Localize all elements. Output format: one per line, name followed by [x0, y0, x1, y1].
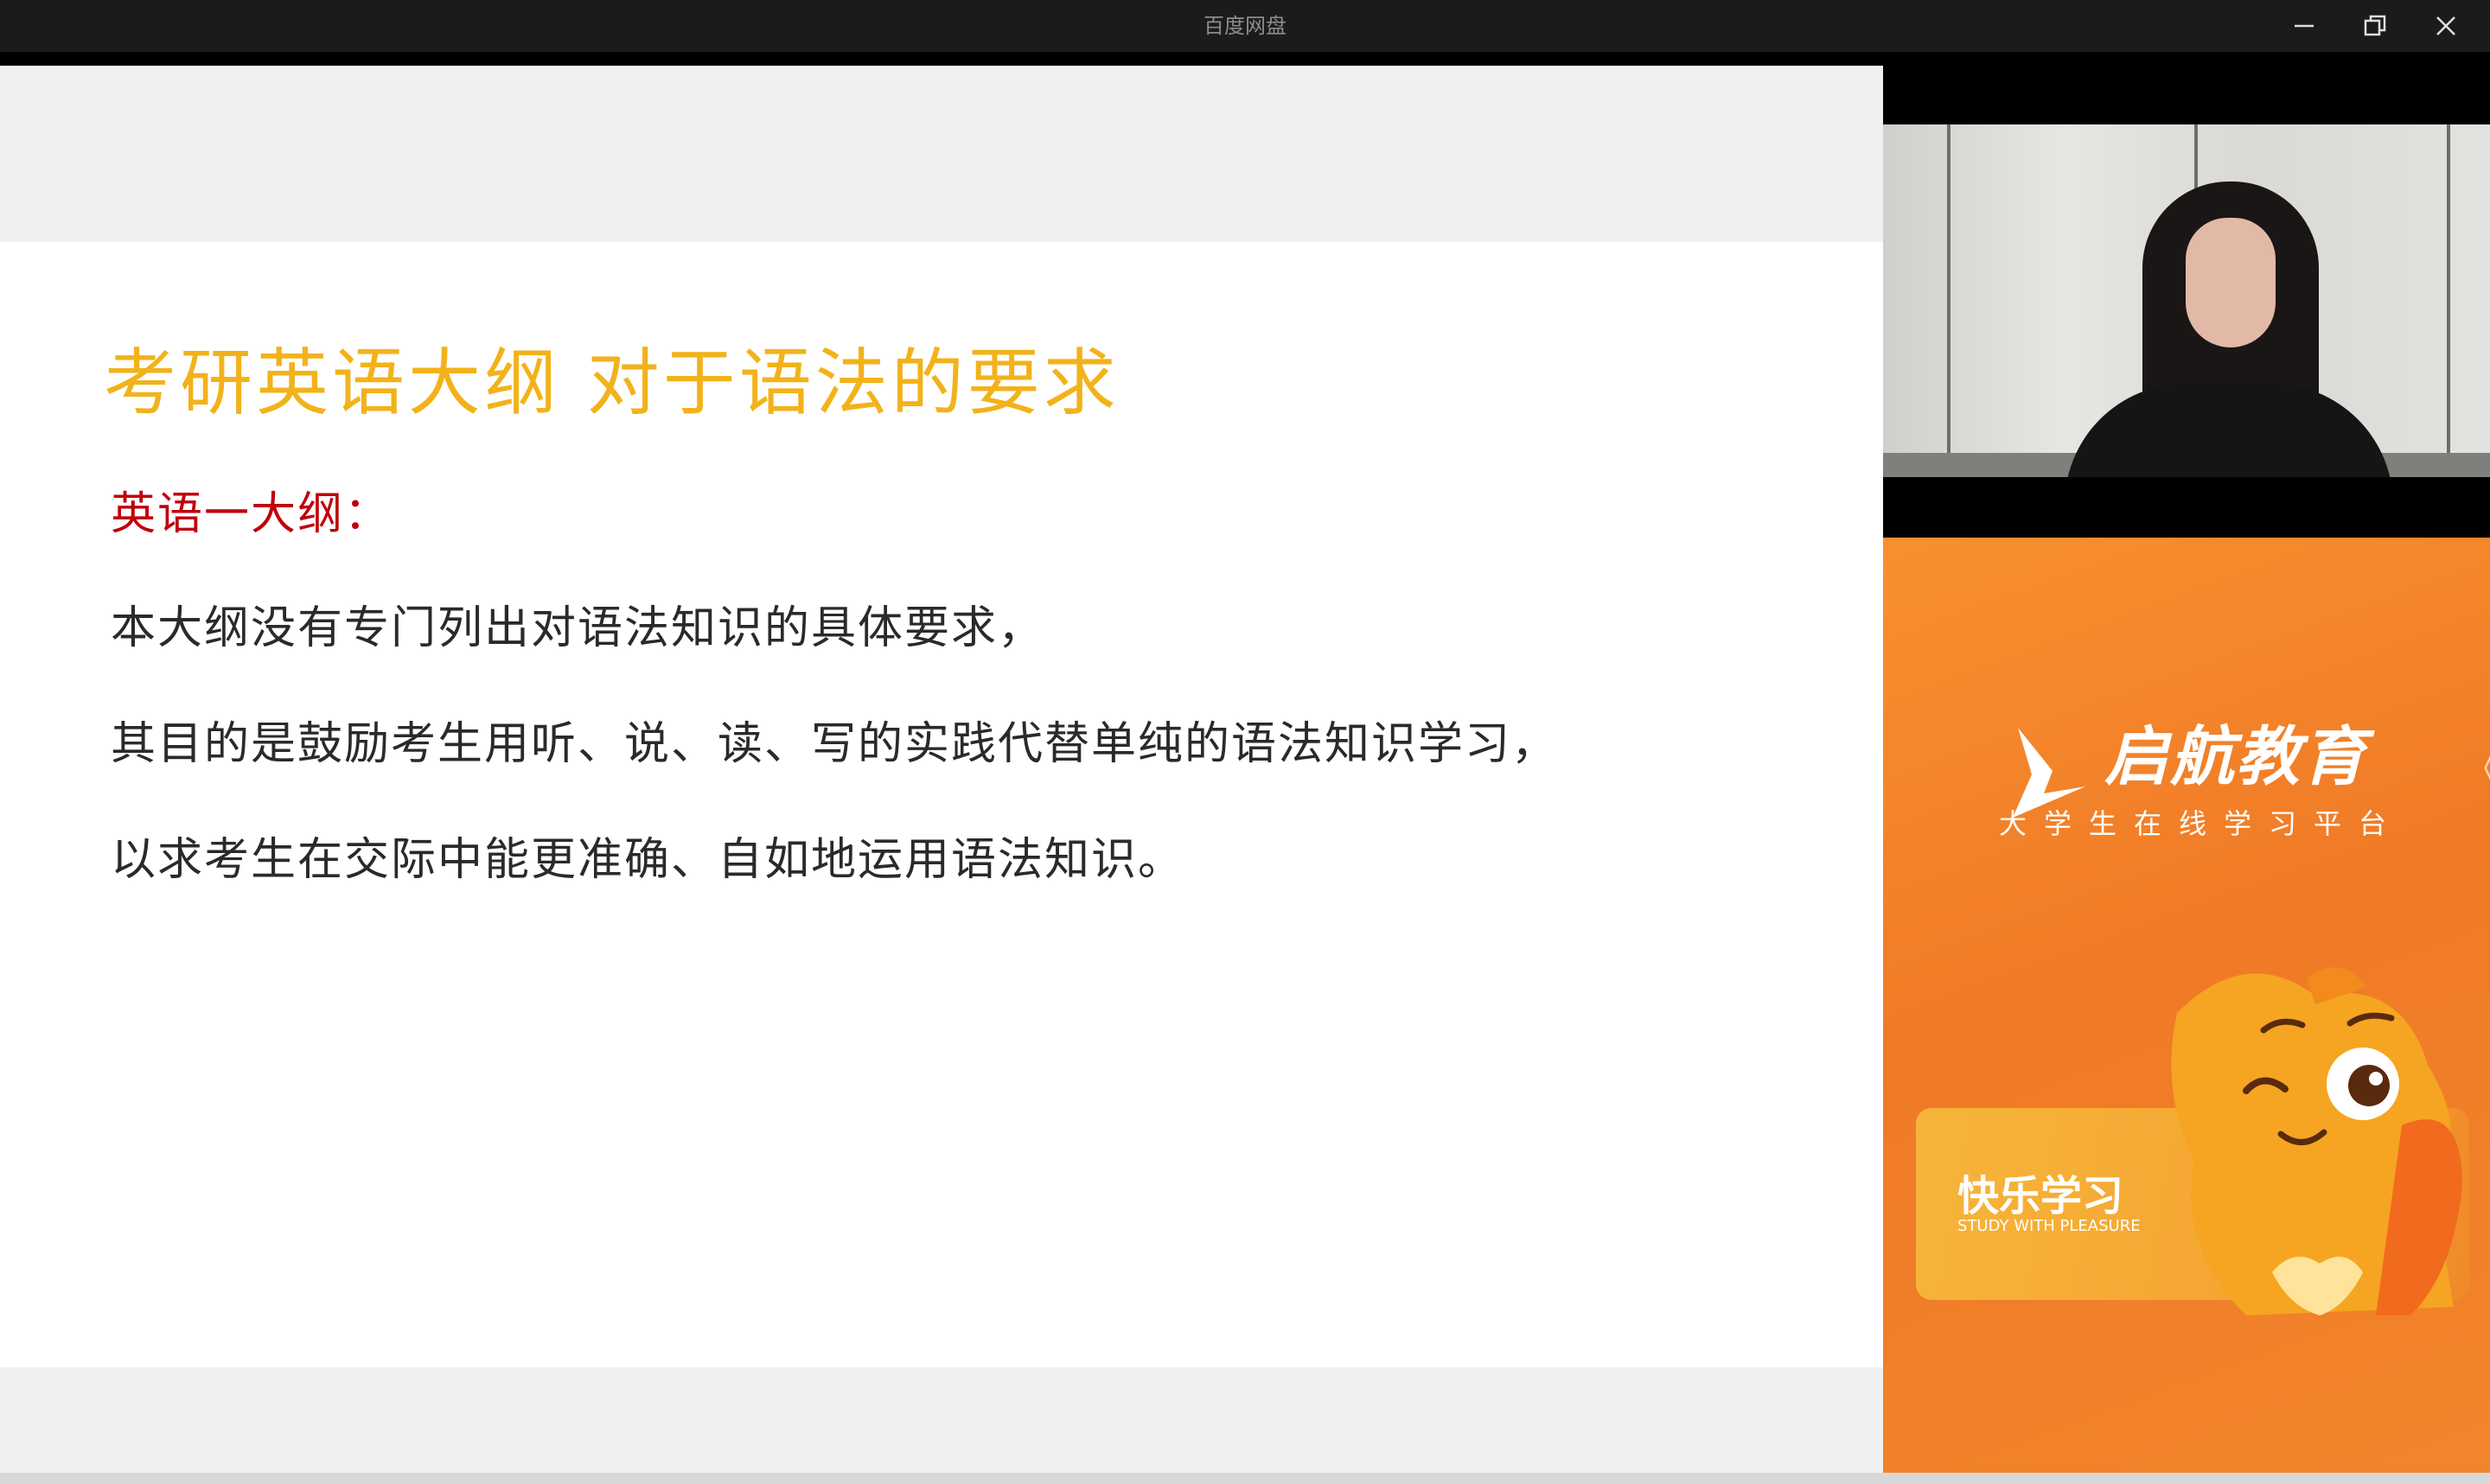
brand-panel: 启航教育 大学生在线学习平台 《 快乐学习 STUDY WITH PLEASUR… [1883, 538, 2490, 1473]
brand-name: 启航教育 [2104, 720, 2367, 794]
slide-page: 考研英语大纲 对于语法的要求 英语一大纲： 本大纲没有专门列出对语法知识的具体要… [0, 242, 1883, 1367]
wall-panel-line [2447, 124, 2450, 477]
slide-text-line: 以求考生在交际中能更准确、自如地运用语法知识。 [111, 834, 1185, 886]
close-icon [2436, 16, 2455, 35]
slide-text-line: 其目的是鼓励考生用听、说、读、写的实践代替单纯的语法知识学习， [111, 718, 1559, 770]
side-panel: 启航教育 大学生在线学习平台 《 快乐学习 STUDY WITH PLEASUR… [1883, 52, 2490, 1473]
collapse-arrow-icon[interactable]: 《 [2464, 738, 2490, 793]
wall-panel-line [1947, 124, 1950, 477]
mascot-icon [2171, 967, 2462, 1315]
minimize-button[interactable] [2269, 0, 2340, 52]
teacher-face [2186, 218, 2276, 347]
teacher-body [2065, 384, 2393, 477]
restore-button[interactable] [2340, 0, 2410, 52]
window-title: 百度网盘 [1204, 14, 1286, 38]
minimize-icon [2295, 24, 2314, 28]
banner-title: 快乐学习 [1957, 1172, 2124, 1220]
slide-area: 考研英语大纲 对于语法的要求 英语一大纲： 本大纲没有专门列出对语法知识的具体要… [0, 66, 1883, 1473]
slide-title: 考研英语大纲 对于语法的要求 [104, 341, 1120, 425]
close-button[interactable] [2410, 0, 2481, 52]
slide-text-line: 本大纲没有专门列出对语法知识的具体要求， [111, 602, 1045, 654]
window-titlebar: 百度网盘 [0, 0, 2490, 52]
restore-icon [2364, 15, 2386, 36]
teacher-video [1883, 124, 2490, 477]
slide-subtitle: 英语一大纲： [111, 488, 392, 540]
bottom-strip [0, 1473, 2490, 1484]
banner-subtitle: STUDY WITH PLEASURE [1957, 1217, 2141, 1235]
brand-tagline: 大学生在线学习平台 [1999, 807, 2404, 840]
